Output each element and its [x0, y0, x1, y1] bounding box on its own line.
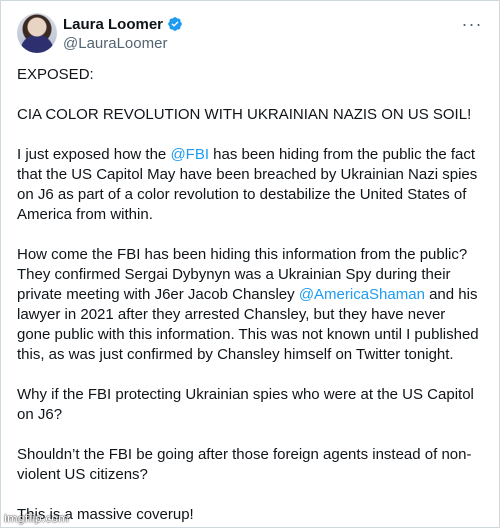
tweet-paragraph: EXPOSED: — [17, 66, 94, 83]
author-block: Laura Loomer @LauraLoomer — [63, 14, 183, 52]
tweet-text: EXPOSED: CIA COLOR REVOLUTION WITH UKRAI… — [17, 65, 479, 527]
mention-link[interactable]: @FBI — [170, 146, 209, 163]
tweet-paragraph: Shouldn’t the FBI be going after those f… — [17, 446, 472, 483]
tweet-card: Laura Loomer @LauraLoomer ··· EXPOSED: C… — [0, 0, 500, 528]
avatar[interactable] — [17, 13, 57, 53]
tweet-paragraph: CIA COLOR REVOLUTION WITH UKRAINIAN NAZI… — [17, 106, 472, 123]
author-handle[interactable]: @LauraLoomer — [63, 35, 183, 52]
verified-badge-icon — [168, 17, 182, 31]
tweet-paragraph: How come the FBI has been hiding this in… — [17, 245, 479, 365]
display-name-row: Laura Loomer — [63, 14, 183, 34]
mention-link[interactable]: @AmericaShaman — [299, 286, 425, 303]
watermark: imgflip.com — [4, 512, 69, 525]
tweet-paragraph: This is a massive coverup! — [17, 506, 194, 523]
text-span: I just exposed how the — [17, 146, 171, 163]
more-options-icon[interactable]: ··· — [461, 13, 483, 35]
tweet-header: Laura Loomer @LauraLoomer ··· — [17, 13, 483, 53]
display-name[interactable]: Laura Loomer — [63, 16, 163, 33]
tweet-paragraph: Why if the FBI protecting Ukrainian spie… — [17, 386, 479, 423]
tweet-paragraph: I just exposed how the @FBI has been hid… — [17, 145, 479, 225]
